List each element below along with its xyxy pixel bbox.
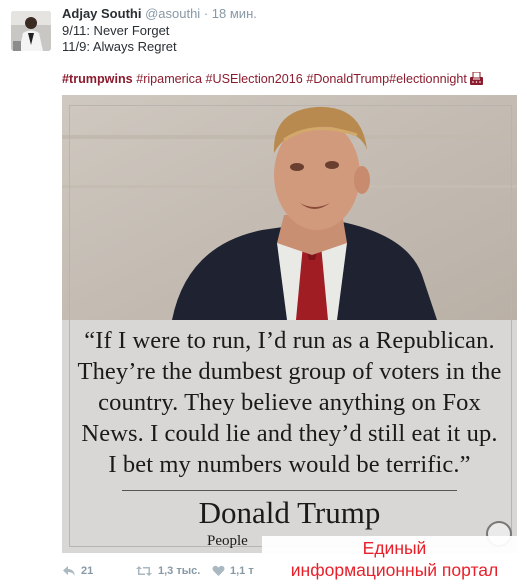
quote-source: People — [207, 533, 248, 549]
trump-portrait-photo — [62, 95, 517, 320]
author-name[interactable]: Adjay Southi — [62, 6, 141, 21]
reply-button[interactable]: 21 — [62, 565, 93, 577]
divider — [122, 490, 457, 491]
retweet-icon — [136, 566, 152, 576]
ballot-box-icon — [469, 72, 483, 85]
avatar-image — [11, 11, 51, 51]
reply-count: 21 — [81, 565, 94, 577]
hashtag-list: #trumpwins #ripamerica #USElection2016 #… — [62, 72, 484, 86]
author-handle[interactable]: @asouthi — [145, 6, 200, 21]
hashtag-link[interactable]: #trumpwins — [62, 72, 133, 86]
quote-line: country. They believe anything on Fox — [98, 389, 481, 416]
tweet-timestamp[interactable]: 18 мин. — [212, 6, 257, 21]
quote-line: News. I could lie and they’d still eat i… — [81, 420, 498, 447]
tweet-header: Adjay Southi @asouthi · 18 мин. — [62, 6, 257, 21]
tweet-text-line-2: 11/9: Always Regret — [62, 39, 177, 54]
tweet-media-image[interactable]: “If I were to run, I’d run as a Republic… — [62, 95, 517, 553]
watermark-line-2: информационный портал — [290, 560, 499, 580]
hashtag-link[interactable]: #ripamerica — [136, 72, 202, 86]
separator: · — [203, 6, 209, 21]
watermark: Единый информационный портал — [262, 537, 527, 581]
avatar[interactable] — [11, 11, 51, 51]
hashtag-link[interactable]: #electionnight — [389, 72, 467, 86]
hashtag-link[interactable]: #USElection2016 — [205, 72, 302, 86]
quote-text: “If I were to run, I’d run as a Republic… — [62, 325, 517, 480]
reply-icon — [63, 566, 75, 576]
quote-line: They’re the dumbest group of voters in t… — [77, 358, 502, 385]
retweet-count: 1,3 тыс. — [158, 565, 201, 577]
quote-line: I bet my numbers would be terrific.” — [108, 451, 471, 478]
quote-attribution: Donald Trump — [198, 495, 381, 530]
like-count: 1,1 т — [230, 565, 254, 577]
tweet-text-line-1: 9/11: Never Forget — [62, 23, 170, 38]
heart-icon — [212, 565, 225, 576]
hashtag-link[interactable]: #DonaldTrump — [306, 72, 389, 86]
quote-line: “If I were to run, I’d run as a Republic… — [84, 327, 495, 354]
watermark-line-1: Единый — [362, 538, 427, 558]
retweet-button[interactable]: 1,3 тыс. — [135, 565, 200, 577]
like-button[interactable]: 1,1 т — [212, 565, 254, 577]
